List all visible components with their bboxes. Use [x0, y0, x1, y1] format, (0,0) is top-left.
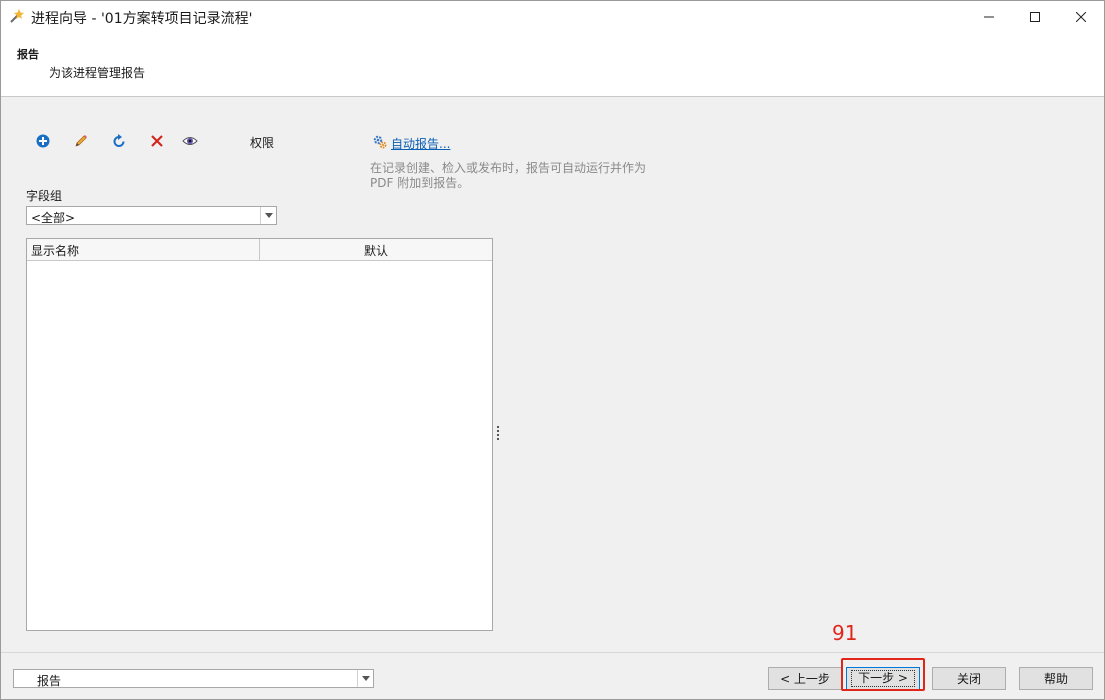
column-header-display-name[interactable]: 显示名称	[31, 242, 79, 259]
add-icon[interactable]	[35, 133, 51, 149]
grid-header: 显示名称 默认	[27, 239, 492, 261]
column-header-default[interactable]: 默认	[260, 242, 492, 259]
permissions-button[interactable]: 权限	[250, 134, 274, 151]
close-label: 关闭	[956, 672, 981, 686]
prev-step-button[interactable]: < 上一步	[768, 667, 842, 690]
gear-icon	[372, 134, 388, 153]
chevron-down-icon[interactable]	[260, 207, 276, 224]
edit-icon[interactable]	[73, 133, 89, 149]
wizard-window: 进程向导 - '01方案转项目记录流程' 报告 为该进程管理报告 权限 自动报告…	[0, 0, 1105, 700]
view-icon[interactable]	[182, 133, 198, 149]
window-title: 进程向导 - '01方案转项目记录流程'	[31, 11, 253, 27]
page-title: 报告	[17, 48, 39, 61]
prev-step-label: < 上一步	[780, 672, 830, 686]
help-button[interactable]: 帮助	[1019, 667, 1093, 690]
fields-grid[interactable]: 显示名称 默认	[26, 238, 493, 631]
field-group-label: 字段组	[26, 189, 63, 203]
close-window-button[interactable]	[1058, 1, 1104, 32]
footer-divider	[1, 652, 1104, 653]
minimize-button[interactable]	[966, 1, 1012, 32]
chevron-down-icon[interactable]	[357, 670, 373, 687]
wizard-wand-icon	[8, 8, 24, 24]
minimize-icon	[984, 12, 994, 22]
auto-report-description: 在记录创建、检入或发布时，报告可自动运行并作为 PDF 附加到报告。	[370, 161, 647, 190]
auto-report-link[interactable]: 自动报告...	[372, 134, 450, 153]
page-subtitle: 为该进程管理报告	[49, 66, 146, 80]
field-group-value: <全部>	[31, 211, 76, 225]
step-select[interactable]: 报告	[13, 669, 374, 688]
highlight-box	[841, 658, 925, 691]
auto-report-label: 自动报告...	[391, 137, 451, 151]
help-label: 帮助	[1043, 672, 1068, 686]
refresh-icon[interactable]	[111, 133, 127, 149]
annotation-number: 91	[832, 621, 858, 645]
field-group-select[interactable]: <全部>	[26, 206, 277, 225]
wizard-header: 报告 为该进程管理报告	[1, 32, 1104, 97]
close-icon	[1076, 11, 1086, 22]
maximize-icon	[1030, 11, 1040, 22]
step-select-value: 报告	[37, 674, 62, 688]
title-bar: 进程向导 - '01方案转项目记录流程'	[1, 1, 1104, 32]
close-button[interactable]: 关闭	[932, 667, 1006, 690]
delete-icon[interactable]	[149, 133, 165, 149]
splitter-handle[interactable]	[497, 426, 500, 442]
maximize-button[interactable]	[1012, 1, 1058, 32]
